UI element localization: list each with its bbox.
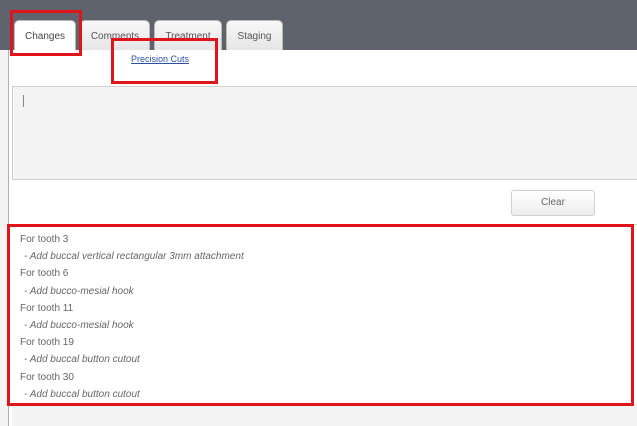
tab-comments[interactable]: Comments: [80, 20, 150, 50]
tab-changes[interactable]: Changes: [14, 20, 76, 50]
bottom-strip: [12, 404, 637, 426]
change-detail: - Add buccal button cutout: [24, 354, 140, 366]
tab-strip: Changes Comments Treatment Staging: [0, 0, 637, 50]
tab-staging[interactable]: Staging: [226, 20, 283, 50]
app-window: Changes Comments Treatment Staging Preci…: [0, 0, 637, 426]
change-detail: - Add buccal vertical rectangular 3mm at…: [24, 251, 244, 263]
panel-border: [8, 50, 9, 426]
text-caret: [23, 95, 24, 107]
change-detail: - Add bucco-mesial hook: [24, 320, 134, 332]
precision-cuts-link[interactable]: Precision Cuts: [131, 54, 189, 64]
tab-treatment[interactable]: Treatment: [154, 20, 222, 50]
change-tooth-header: For tooth 3: [20, 234, 69, 245]
change-tooth-header: For tooth 11: [20, 302, 74, 314]
change-tooth-header: For tooth 30: [20, 371, 74, 383]
changes-list: For tooth 3 - Add buccal vertical rectan…: [12, 224, 637, 400]
change-tooth-header: For tooth 6: [20, 268, 69, 280]
change-tooth-header: For tooth 19: [20, 337, 74, 349]
notes-textarea[interactable]: [12, 86, 637, 180]
change-detail: - Add buccal button cutout: [24, 388, 140, 400]
clear-button[interactable]: Clear: [511, 190, 595, 216]
change-detail: - Add bucco-mesial hook: [24, 285, 134, 297]
